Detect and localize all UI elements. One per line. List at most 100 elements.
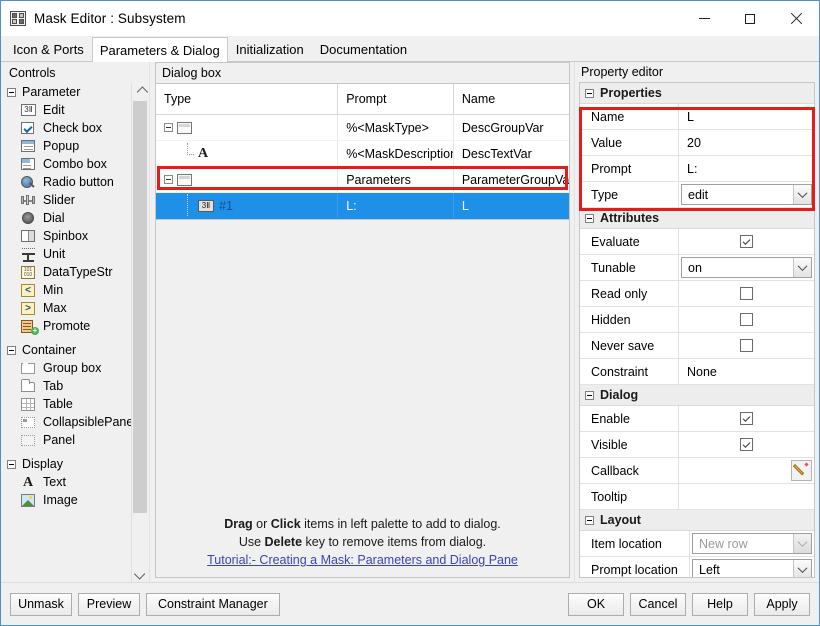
property-row-visible[interactable]: Visible [580, 432, 814, 458]
control-item-tab[interactable]: Tab [1, 377, 132, 395]
control-item-radio-button[interactable]: Radio button [1, 173, 132, 191]
control-item-slider[interactable]: Slider [1, 191, 132, 209]
controls-group-parameter[interactable]: Parameter [1, 83, 132, 101]
chevron-down-icon[interactable] [793, 534, 811, 553]
chevron-down-icon[interactable] [793, 185, 811, 204]
property-row-never-save[interactable]: Never save [580, 333, 814, 359]
column-header-type[interactable]: Type [156, 84, 339, 115]
control-item-group-box[interactable]: Group box [1, 359, 132, 377]
collapse-icon[interactable] [7, 345, 16, 355]
property-row-callback[interactable]: Callback [580, 458, 814, 484]
chevron-down-icon[interactable] [793, 560, 811, 577]
hidden-checkbox[interactable] [740, 313, 753, 326]
column-header-prompt[interactable]: Prompt [337, 84, 454, 115]
collapse-icon[interactable] [585, 213, 594, 223]
callback-edit-pencil-icon[interactable] [791, 460, 812, 481]
control-item-table[interactable]: Table [1, 395, 132, 413]
tunable-dropdown[interactable]: on [681, 257, 812, 278]
property-row-tooltip[interactable]: Tooltip [580, 484, 814, 510]
control-item-panel[interactable]: Panel [1, 431, 132, 449]
tab-documentation[interactable]: Documentation [312, 37, 415, 61]
enable-checkbox[interactable] [740, 412, 753, 425]
control-item-text[interactable]: A Text [1, 473, 132, 491]
property-value-prompt[interactable]: L: [679, 156, 814, 181]
property-value-value[interactable]: 20 [679, 130, 814, 155]
property-row-type[interactable]: Type edit [580, 182, 814, 208]
tab-parameters-and-dialog[interactable]: Parameters & Dialog [91, 37, 228, 62]
control-item-spinbox[interactable]: Spinbox [1, 227, 132, 245]
control-item-datatypestr[interactable]: 101 010 DataTypeStr [1, 263, 132, 281]
property-row-evaluate[interactable]: Evaluate [580, 229, 814, 255]
control-item-popup[interactable]: Popup [1, 137, 132, 155]
help-button[interactable]: Help [692, 592, 748, 616]
control-item-combo-box[interactable]: Combo box [1, 155, 132, 173]
property-row-tunable[interactable]: Tunable on [580, 255, 814, 281]
unmask-button[interactable]: Unmask [10, 592, 72, 616]
scrollbar-thumb[interactable] [133, 101, 147, 513]
section-header-attributes[interactable]: Attributes [580, 208, 814, 229]
property-row-item-location[interactable]: Item location New row [580, 531, 814, 557]
property-value-name[interactable]: L [679, 104, 814, 129]
controls-scrollbar[interactable] [131, 83, 149, 582]
controls-group-display[interactable]: Display [1, 455, 132, 473]
property-row-name[interactable]: Name L [580, 104, 814, 130]
control-item-check-box[interactable]: Check box [1, 119, 132, 137]
section-header-layout[interactable]: Layout [580, 510, 814, 531]
control-item-max[interactable]: > Max [1, 299, 132, 317]
section-header-dialog[interactable]: Dialog [580, 385, 814, 406]
control-item-image[interactable]: Image [1, 491, 132, 509]
apply-button[interactable]: Apply [754, 592, 810, 616]
tab-initialization[interactable]: Initialization [228, 37, 312, 61]
table-row-selected[interactable]: 3Ⅱ #1 L: L [156, 192, 569, 219]
read-only-checkbox[interactable] [740, 287, 753, 300]
section-header-properties[interactable]: Properties [580, 83, 814, 104]
constraint-value[interactable]: None [679, 359, 814, 384]
control-item-unit[interactable]: Unit [1, 245, 132, 263]
control-item-promote[interactable]: + Promote [1, 317, 132, 335]
table-row[interactable]: Parameters ParameterGroupVar [156, 166, 569, 193]
collapse-icon[interactable] [585, 515, 594, 525]
minimize-button[interactable] [681, 1, 727, 36]
property-row-value[interactable]: Value 20 [580, 130, 814, 156]
evaluate-checkbox[interactable] [740, 235, 753, 248]
collapse-icon[interactable] [585, 88, 594, 98]
tutorial-link[interactable]: Tutorial:- Creating a Mask: Parameters a… [207, 553, 518, 567]
close-button[interactable] [773, 1, 819, 36]
collapse-icon[interactable] [7, 459, 16, 469]
collapse-icon[interactable] [585, 390, 594, 400]
property-row-read-only[interactable]: Read only [580, 281, 814, 307]
tab-icon-and-ports[interactable]: Icon & Ports [5, 37, 92, 61]
prompt-location-dropdown[interactable]: Left [692, 559, 812, 577]
preview-button[interactable]: Preview [78, 592, 140, 616]
column-header-name[interactable]: Name [453, 84, 569, 115]
control-item-min[interactable]: < Min [1, 281, 132, 299]
chevron-down-icon[interactable] [793, 258, 811, 277]
property-row-prompt[interactable]: Prompt L: [580, 156, 814, 182]
type-dropdown[interactable]: edit [681, 184, 812, 205]
maximize-button[interactable] [727, 1, 773, 36]
scroll-down-button[interactable] [132, 565, 149, 582]
property-row-prompt-location[interactable]: Prompt location Left [580, 557, 814, 577]
scroll-up-button[interactable] [132, 83, 149, 100]
property-key: Never save [580, 333, 679, 358]
cancel-button[interactable]: Cancel [630, 592, 686, 616]
property-row-constraint[interactable]: Constraint None [580, 359, 814, 385]
visible-checkbox[interactable] [740, 438, 753, 451]
property-row-hidden[interactable]: Hidden [580, 307, 814, 333]
tooltip-value[interactable] [679, 484, 814, 509]
control-item-edit[interactable]: 3Ⅱ Edit [1, 101, 132, 119]
collapse-icon[interactable] [7, 87, 16, 97]
expand-collapse-icon[interactable] [164, 175, 173, 184]
constraint-manager-button[interactable]: Constraint Manager [146, 592, 280, 616]
control-item-collapsible-panel[interactable]: CollapsiblePanel [1, 413, 136, 431]
control-item-dial[interactable]: Dial [1, 209, 132, 227]
section-label: Attributes [600, 211, 660, 225]
table-row[interactable]: A %<MaskDescription> DescTextVar [156, 140, 569, 167]
table-row[interactable]: %<MaskType> DescGroupVar [156, 114, 569, 141]
item-location-dropdown[interactable]: New row [692, 533, 812, 554]
controls-group-container[interactable]: Container [1, 341, 132, 359]
expand-collapse-icon[interactable] [164, 123, 173, 132]
ok-button[interactable]: OK [568, 592, 624, 616]
never-save-checkbox[interactable] [740, 339, 753, 352]
property-row-enable[interactable]: Enable [580, 406, 814, 432]
